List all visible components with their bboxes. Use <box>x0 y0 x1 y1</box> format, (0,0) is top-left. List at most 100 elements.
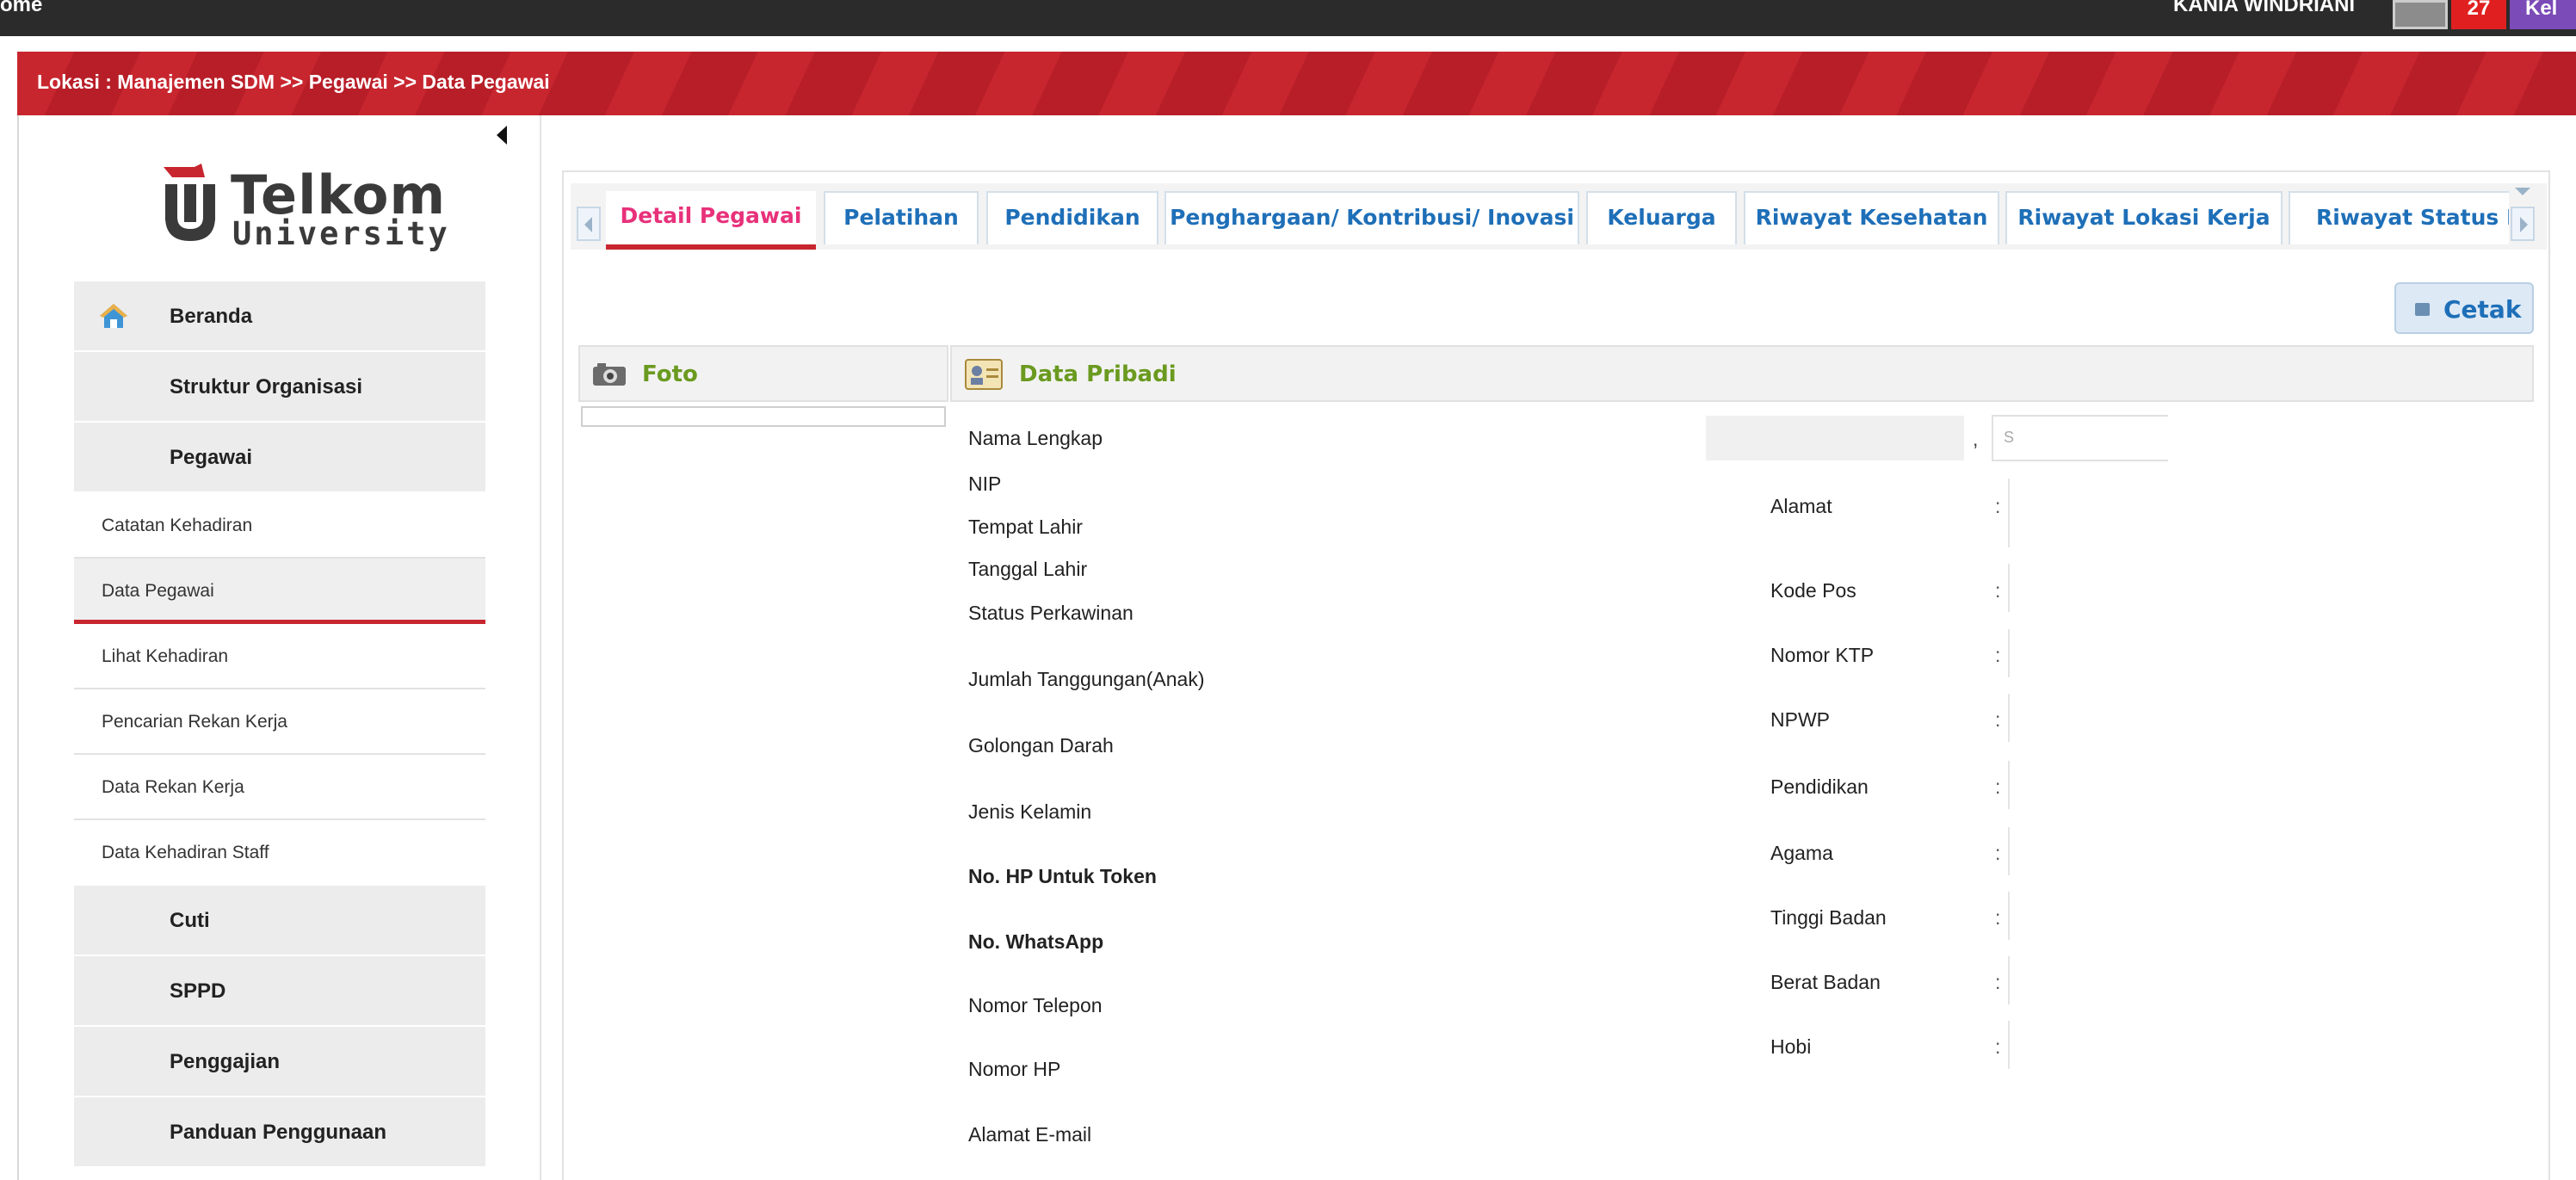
sidebar-item-beranda[interactable]: Beranda <box>74 281 485 352</box>
sidebar-item-label: SPPD <box>170 979 226 1003</box>
sidebar-item-struktur-organisasi[interactable]: Struktur Organisasi <box>74 352 485 423</box>
name-suffix-placeholder: S <box>2004 429 2015 446</box>
tab-detail-pegawai[interactable]: Detail Pegawai <box>606 191 816 250</box>
photo-section-header: Foto <box>578 345 948 402</box>
sidebar-subitem-lihat-kehadiran[interactable]: Lihat Kehadiran <box>74 624 485 689</box>
tab-list: Detail Pegawai Pelatihan Pendidikan Peng… <box>604 191 2509 251</box>
tab-scroll-left-button[interactable] <box>577 207 601 241</box>
home-icon <box>100 304 127 328</box>
label-jenis-kelamin: Jenis Kelamin <box>968 800 1092 823</box>
label-nama-lengkap: Nama Lengkap <box>968 427 1103 449</box>
field-divider <box>2008 1021 2010 1069</box>
breadcrumb: Lokasi : Manajemen SDM >> Pegawai >> Dat… <box>37 71 550 93</box>
sidebar-item-label: Cuti <box>170 909 210 932</box>
personal-data-section-header: Data Pribadi <box>950 345 2534 402</box>
logo-word-university: University <box>232 215 450 252</box>
name-separator: , <box>1973 428 1979 450</box>
tab-riwayat-kesehatan[interactable]: Riwayat Kesehatan <box>1744 191 1999 244</box>
sidebar-subitem-pencarian-rekan-kerja[interactable]: Pencarian Rekan Kerja <box>74 689 485 755</box>
field-divider <box>2008 956 2010 1004</box>
telkom-university-logo: Telkom University <box>162 164 448 252</box>
tab-dropdown-icon[interactable] <box>2515 188 2530 195</box>
field-divider <box>2008 564 2010 612</box>
sidebar-menu: Beranda Struktur Organisasi Pegawai Cata… <box>74 281 485 1168</box>
logo-mark-icon <box>164 164 215 241</box>
sidebar-subitem-data-kehadiran-staff[interactable]: Data Kehadiran Staff <box>74 820 485 886</box>
app-root: ome KANIA WINDRIANI 27 Kel Lokasi : Mana… <box>0 0 2576 1180</box>
sidebar-subitem-label: Pencarian Rekan Kerja <box>102 712 287 732</box>
colon: : <box>1995 842 2001 864</box>
colon: : <box>1995 644 2001 666</box>
label-jumlah-tanggungan: Jumlah Tanggungan(Anak) <box>968 668 1205 690</box>
sidebar-item-label: Penggajian <box>170 1050 281 1073</box>
tab-pelatihan[interactable]: Pelatihan <box>824 191 979 244</box>
user-name: KANIA WINDRIANI <box>2173 0 2356 16</box>
tab-riwayat-status-pegawai[interactable]: Riwayat Status Pegawai <box>2289 191 2509 244</box>
sidebar-item-penggajian[interactable]: Penggajian <box>74 1027 485 1097</box>
id-card-icon <box>965 359 1003 390</box>
colon: : <box>1995 1035 2001 1058</box>
label-berat-badan: Berat Badan <box>1770 971 1881 993</box>
avatar[interactable] <box>2393 0 2448 29</box>
sidebar-collapse-icon[interactable] <box>497 126 507 145</box>
sidebar-item-label: Struktur Organisasi <box>170 375 363 398</box>
sidebar-subitem-label: Data Kehadiran Staff <box>102 843 269 862</box>
label-nomor-ktp: Nomor KTP <box>1770 644 1875 666</box>
field-divider <box>2008 892 2010 940</box>
tab-scroll-right-button[interactable] <box>2511 207 2535 241</box>
tab-keluarga[interactable]: Keluarga <box>1586 191 1737 244</box>
print-button-label: Cetak <box>2443 295 2522 324</box>
label-npwp: NPWP <box>1770 708 1830 731</box>
sidebar-item-label: Pegawai <box>170 446 253 469</box>
label-agama: Agama <box>1770 842 1833 864</box>
label-pendidikan: Pendidikan <box>1770 775 1869 798</box>
colon: : <box>1995 971 2001 993</box>
colon: : <box>1995 495 2001 517</box>
sidebar-item-label: Beranda <box>170 305 253 328</box>
print-button[interactable]: Cetak <box>2394 282 2534 334</box>
name-suffix-input[interactable]: S <box>1992 415 2168 461</box>
tab-pendidikan[interactable]: Pendidikan <box>986 191 1158 244</box>
colon: : <box>1995 579 2001 602</box>
sidebar-divider <box>540 115 541 1180</box>
sidebar-item-cuti[interactable]: Cuti <box>74 886 485 956</box>
sidebar-subitem-data-rekan-kerja[interactable]: Data Rekan Kerja <box>74 755 485 820</box>
top-bar: ome KANIA WINDRIANI 27 Kel <box>0 0 2576 36</box>
sidebar-subitem-label: Data Pegawai <box>102 581 214 601</box>
label-alamat-email: Alamat E-mail <box>968 1123 1092 1146</box>
field-divider <box>2008 761 2010 809</box>
sidebar-subitem-catatan-kehadiran[interactable]: Catatan Kehadiran <box>74 493 485 559</box>
colon: : <box>1995 708 2001 731</box>
page-border <box>17 115 19 1180</box>
sidebar-item-panduan-penggunaan[interactable]: Panduan Penggunaan <box>74 1097 485 1168</box>
sidebar-subitem-label: Lihat Kehadiran <box>102 646 229 666</box>
field-divider <box>2008 479 2010 547</box>
label-nomor-telepon: Nomor Telepon <box>968 994 1103 1016</box>
colon: : <box>1995 775 2001 798</box>
notification-badge[interactable]: 27 <box>2451 0 2506 29</box>
user-menu-button[interactable]: Kel <box>2510 0 2576 29</box>
sidebar-subitem-data-pegawai[interactable]: Data Pegawai <box>74 559 485 624</box>
content-panel <box>562 170 2550 1180</box>
location-bar: Lokasi : Manajemen SDM >> Pegawai >> Dat… <box>17 52 2576 115</box>
tab-penghargaan[interactable]: Penghargaan/ Kontribusi/ Inovasi <box>1164 191 1579 244</box>
label-tinggi-badan: Tinggi Badan <box>1770 906 1887 929</box>
home-link[interactable]: ome <box>0 0 42 17</box>
label-nip: NIP <box>968 473 1002 495</box>
camera-icon <box>593 363 626 386</box>
label-no-whatsapp: No. WhatsApp <box>968 930 1104 953</box>
sidebar-item-pegawai[interactable]: Pegawai <box>74 423 485 493</box>
printer-icon <box>2415 303 2430 316</box>
field-divider <box>2008 827 2010 875</box>
label-golongan-darah: Golongan Darah <box>968 734 1114 757</box>
sidebar-item-sppd[interactable]: SPPD <box>74 956 485 1027</box>
sidebar-subitem-label: Data Rekan Kerja <box>102 777 244 797</box>
field-divider <box>2008 694 2010 742</box>
label-hobi: Hobi <box>1770 1035 1812 1058</box>
label-alamat: Alamat <box>1770 495 1832 517</box>
nama-lengkap-value <box>1706 416 1964 460</box>
label-status-perkawinan: Status Perkawinan <box>968 602 1134 624</box>
tab-riwayat-lokasi-kerja[interactable]: Riwayat Lokasi Kerja <box>2005 191 2283 244</box>
sidebar-item-label: Panduan Penggunaan <box>170 1121 387 1144</box>
label-tempat-lahir: Tempat Lahir <box>968 516 1083 538</box>
